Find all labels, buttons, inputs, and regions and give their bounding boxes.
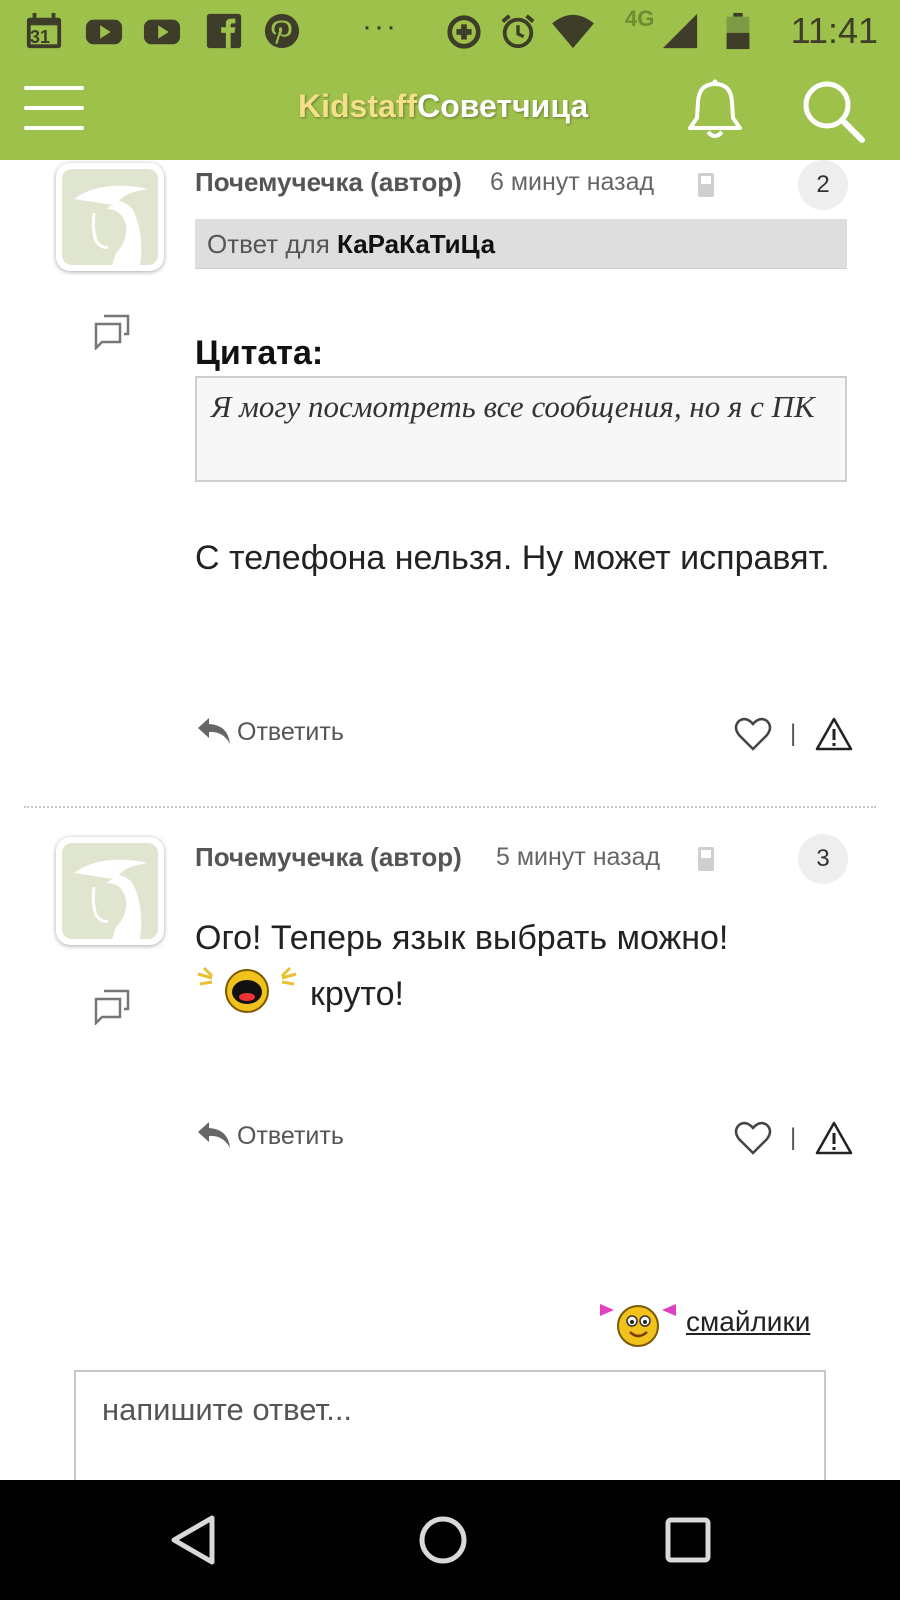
home-icon[interactable] — [403, 1500, 483, 1580]
bell-icon[interactable] — [686, 78, 744, 142]
comment-text: С телефона нельзя. Ну может исправят. — [195, 539, 830, 577]
reply-arrow-icon — [198, 718, 230, 744]
youtube-icon — [143, 19, 181, 45]
comment-text-line1: Ого! Теперь язык выбрать можно! — [195, 919, 729, 957]
back-icon[interactable] — [156, 1500, 236, 1580]
data-saver-icon — [447, 15, 481, 49]
action-separator: | — [790, 1124, 797, 1151]
facebook-icon — [206, 13, 242, 49]
reply-button[interactable]: Ответить — [195, 714, 375, 754]
pigtails-smiley-emoji — [600, 1304, 676, 1347]
reply-arrow-icon — [198, 1122, 230, 1148]
reply-button[interactable]: Ответить — [195, 1118, 375, 1158]
woman-in-hat-avatar-icon — [74, 185, 148, 265]
reply-to-prefix: Ответ для — [207, 229, 338, 259]
menu-button[interactable] — [24, 86, 84, 132]
comment-author[interactable]: Почемучечка (автор) — [195, 167, 462, 198]
avatar-image — [62, 843, 158, 939]
brand-part2: Советчица — [417, 88, 589, 124]
comment-text-line2: круто! — [310, 975, 404, 1013]
thread-view-icon[interactable] — [92, 985, 132, 1025]
app-header: 31 ··· 4G 11:41 KidstaffСоветчица — [0, 0, 900, 160]
avatar[interactable] — [56, 163, 164, 271]
battery-icon — [726, 12, 750, 50]
report-warning-icon[interactable] — [815, 716, 853, 752]
signal-icon — [662, 13, 698, 49]
alarm-icon — [501, 14, 535, 49]
heart-icon[interactable] — [734, 1120, 772, 1156]
search-icon[interactable] — [800, 78, 866, 144]
comment-author[interactable]: Почемучечка (автор) — [195, 842, 462, 873]
site-logo[interactable]: KidstaffСоветчица — [298, 88, 588, 125]
reply-label: Ответить — [237, 1122, 344, 1150]
calendar-day: 31 — [30, 27, 51, 47]
avatar-image — [62, 169, 158, 265]
woman-in-hat-avatar-icon — [74, 859, 148, 939]
smileys-button[interactable]: смайлики — [592, 1302, 832, 1347]
mobile-device-icon — [698, 173, 714, 197]
smileys-label: смайлики — [686, 1306, 811, 1337]
more-notifications-indicator: ··· — [362, 10, 398, 43]
comment-number-badge[interactable]: 3 — [798, 834, 848, 884]
recents-icon[interactable] — [648, 1500, 728, 1580]
network-type: 4G — [625, 6, 655, 31]
youtube-icon — [85, 19, 123, 45]
quote-block: Я могу посмотреть все сообщения, но я с … — [195, 376, 847, 482]
thread-view-icon[interactable] — [92, 310, 132, 350]
avatar[interactable] — [56, 837, 164, 945]
comment-time: 5 минут назад — [496, 843, 661, 871]
reply-label: Ответить — [237, 718, 344, 746]
laughing-smiley-emoji — [197, 966, 297, 1013]
comment-number-badge[interactable]: 2 — [798, 160, 848, 210]
system-nav-bar — [0, 1480, 900, 1600]
reply-to-bar: Ответ для КаРаКаТиЦа — [195, 219, 847, 269]
action-separator: | — [790, 720, 797, 747]
heart-icon[interactable] — [734, 716, 772, 752]
comment-divider — [24, 806, 876, 808]
wifi-icon — [552, 14, 594, 49]
comment-time: 6 минут назад — [490, 168, 655, 196]
quote-label: Цитата: — [195, 334, 324, 372]
clock: 11:41 — [790, 10, 878, 51]
brand-part1: Kidstaff — [298, 88, 418, 124]
report-warning-icon[interactable] — [815, 1120, 853, 1156]
mobile-device-icon — [698, 847, 714, 871]
reply-to-username[interactable]: КаРаКаТиЦа — [337, 229, 495, 259]
reply-textarea[interactable] — [74, 1370, 826, 1480]
pinterest-icon — [264, 13, 300, 49]
